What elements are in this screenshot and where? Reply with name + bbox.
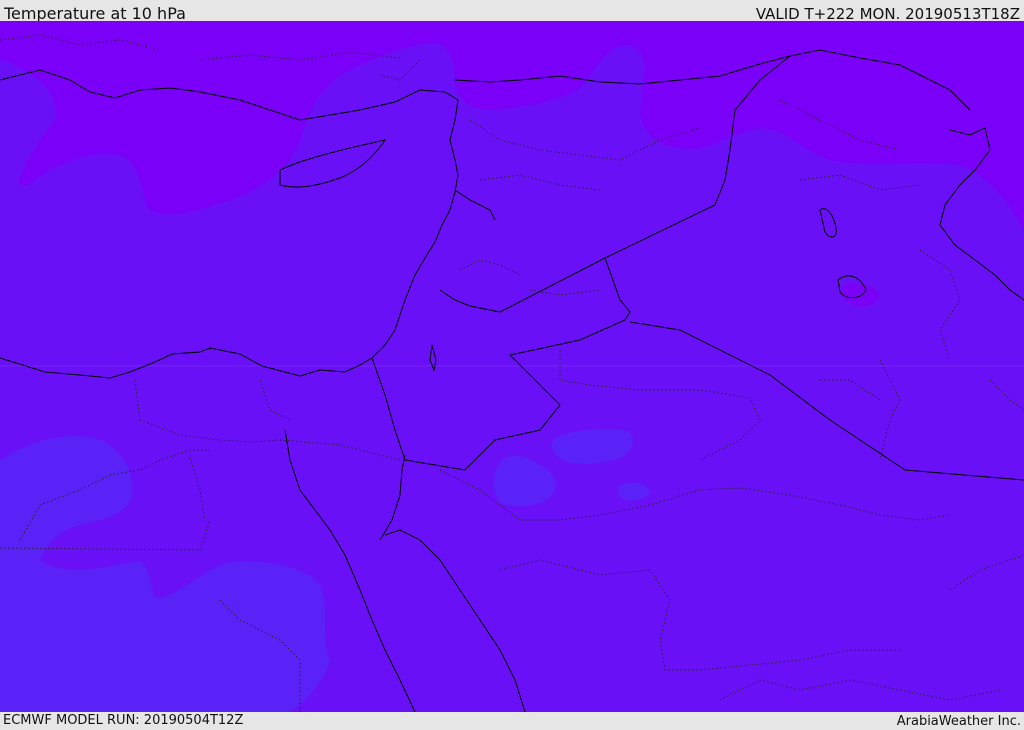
bottom-bar: ECMWF MODEL RUN: 20190504T12Z ArabiaWeat… — [0, 712, 1024, 729]
credit: ArabiaWeather Inc. — [896, 714, 1021, 729]
model-run: ECMWF MODEL RUN: 20190504T12Z — [3, 713, 244, 728]
map-canvas — [0, 21, 1024, 712]
top-bar: Temperature at 10 hPa VALID T+222 MON. 2… — [0, 0, 1024, 23]
weather-map — [0, 21, 1024, 712]
